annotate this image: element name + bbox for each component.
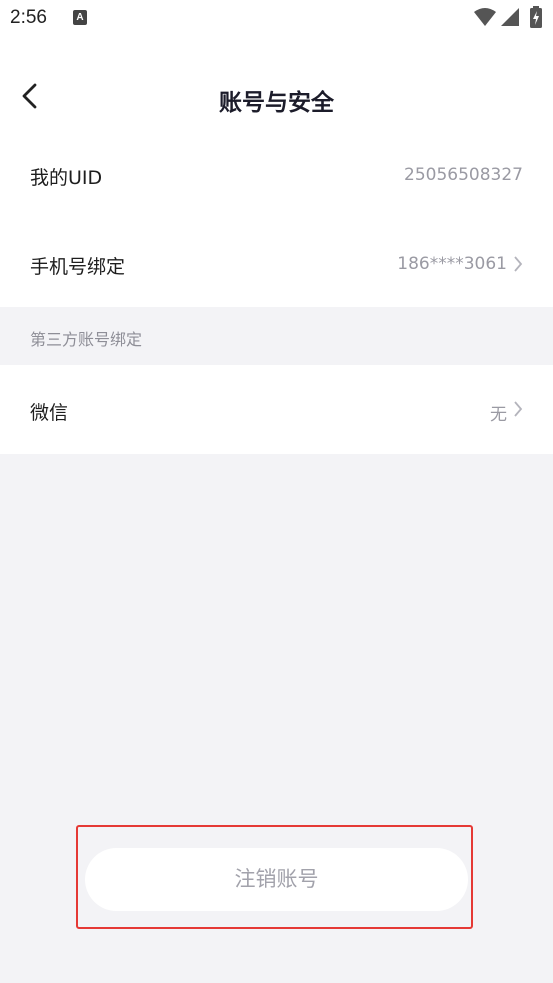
signal-icon [501,8,519,26]
phone-binding-value: 186****3061 [397,254,507,274]
wifi-icon [474,8,496,26]
uid-row: 我的UID 25056508327 [0,130,553,220]
uid-value: 25056508327 [404,165,523,185]
status-bar: 2:56 A [0,0,553,40]
third-party-section-label: 第三方账号绑定 [30,330,143,349]
wechat-value: 无 [490,405,507,425]
notification-app-icon: A [73,10,87,25]
wechat-label: 微信 [30,402,69,424]
status-time: 2:56 [10,7,47,28]
cancel-account-button[interactable]: 注销账号 [85,848,468,911]
chevron-right-icon [514,256,523,272]
phone-binding-row[interactable]: 手机号绑定 186****3061 [0,220,553,307]
wechat-binding-row[interactable]: 微信 无 [0,365,553,454]
phone-binding-label: 手机号绑定 [30,256,126,278]
uid-label: 我的UID [30,167,103,189]
battery-icon [530,6,542,28]
chevron-right-icon [514,401,523,417]
third-party-section-header: 第三方账号绑定 [0,307,553,365]
page-title: 账号与安全 [219,90,334,116]
